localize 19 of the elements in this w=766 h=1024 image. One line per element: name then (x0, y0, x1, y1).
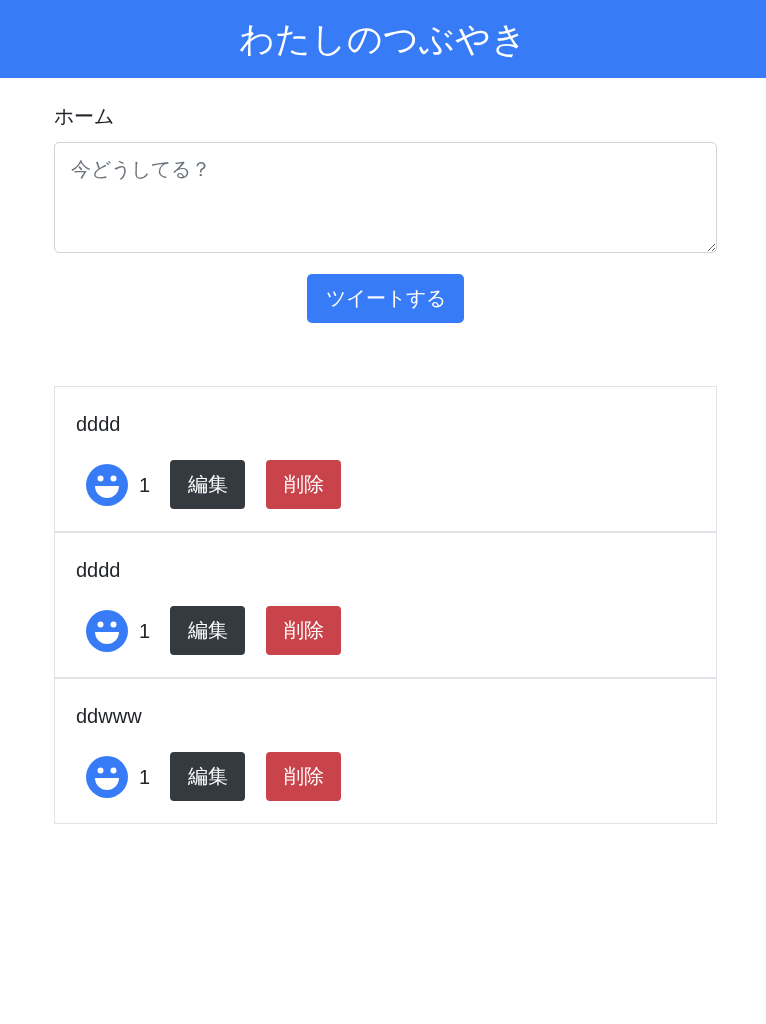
section-label: ホーム (54, 104, 114, 129)
edit-button[interactable]: 編集 (170, 752, 246, 801)
tweet-text: dddd (76, 558, 121, 583)
like-count: 1 (139, 472, 151, 498)
delete-button[interactable]: 削除 (266, 606, 342, 655)
tweet-text: dddd (76, 412, 121, 437)
like-count: 1 (139, 618, 151, 644)
tweet-button[interactable]: ツイートする (307, 274, 464, 323)
edit-button[interactable]: 編集 (170, 606, 246, 655)
like-count: 1 (139, 764, 151, 790)
edit-button[interactable]: 編集 (170, 460, 246, 509)
smiley-icon[interactable] (86, 609, 128, 652)
delete-button[interactable]: 削除 (266, 460, 342, 509)
smiley-icon[interactable] (86, 755, 128, 798)
tweet-text: ddwww (76, 704, 142, 729)
delete-button[interactable]: 削除 (266, 752, 342, 801)
tweet-input[interactable]: 今どうしてる？ (54, 142, 717, 253)
app-title: わたしのつぶやき (239, 18, 527, 60)
smiley-icon[interactable] (86, 463, 128, 506)
